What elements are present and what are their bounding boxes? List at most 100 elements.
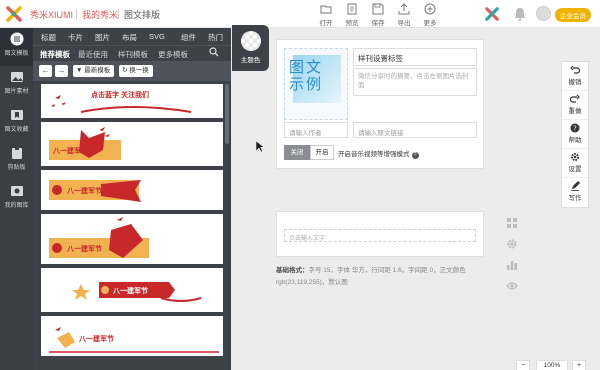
- category-tab[interactable]: 热门: [208, 32, 223, 43]
- more-button[interactable]: 更多: [418, 3, 442, 27]
- text-input-area[interactable]: 点击输入文字: [284, 229, 476, 242]
- refresh-label: 换一换: [129, 67, 149, 74]
- category-tab[interactable]: 布局: [122, 32, 137, 43]
- author-field[interactable]: 请输入作者: [284, 122, 348, 138]
- nav-item-images[interactable]: 图片素材: [0, 66, 33, 104]
- nav-item-gallery[interactable]: 我的图库: [0, 180, 33, 218]
- export-icon: [398, 3, 410, 15]
- page-title: 图文排版: [124, 10, 161, 20]
- help-icon[interactable]: ?: [411, 152, 419, 159]
- nav-item-clipboard[interactable]: 剪贴板: [0, 142, 33, 180]
- template-card[interactable]: 八一建军节: [41, 122, 223, 166]
- bar-chart-icon[interactable]: [506, 259, 518, 271]
- my-xiumi-link[interactable]: 我的秀米: [82, 8, 118, 21]
- write-icon: [571, 181, 580, 191]
- template-toolbar: ← → ▼ 最新模板 ↻ 换一换: [33, 61, 231, 81]
- refresh-button[interactable]: ↻ 换一换: [119, 65, 153, 77]
- nav-label: 图片素材: [4, 89, 29, 95]
- redo-button[interactable]: 重做: [562, 94, 588, 120]
- xiumi-logo-icon[interactable]: [6, 6, 22, 22]
- nav-item-bookmarks[interactable]: 图文收藏: [0, 104, 33, 142]
- divider: [118, 9, 119, 19]
- preview-button[interactable]: 预览: [340, 3, 364, 27]
- template-card[interactable]: 八一建军节: [41, 316, 223, 356]
- template-card[interactable]: 八一建军节: [41, 214, 223, 264]
- template-icon: [10, 32, 23, 46]
- card-text: 八一建军节: [79, 336, 114, 343]
- card-text: 八一建军节: [113, 288, 148, 295]
- settings-button[interactable]: 设置: [562, 152, 588, 178]
- template-card[interactable]: 八一建军节: [41, 268, 223, 312]
- avatar[interactable]: [536, 6, 551, 21]
- undo-button[interactable]: 撤销: [562, 65, 588, 91]
- sub-tab-recommended[interactable]: 推荐模板: [40, 49, 70, 60]
- grid-icon[interactable]: [506, 217, 518, 229]
- category-tab[interactable]: 图片: [95, 32, 110, 43]
- prev-arrow-icon[interactable]: ←: [39, 65, 52, 77]
- search-icon[interactable]: [209, 47, 219, 57]
- image-icon: [10, 72, 23, 82]
- bell-icon[interactable]: [514, 7, 526, 21]
- source-link-field[interactable]: 请输入原文链接: [353, 122, 477, 138]
- right-toolbar: 撤销 重做 ? 帮助 设置 写作: [561, 61, 589, 208]
- filter-icon: ▼: [76, 67, 83, 74]
- preview-label: 预览: [345, 20, 359, 27]
- template-list: 点击蓝字 关注我们 八一建军节 八一建军节 八一建军节 八一建军节 八一建军节: [41, 84, 223, 370]
- mouse-cursor-icon: [256, 141, 264, 153]
- zoom-out-icon[interactable]: −: [516, 360, 530, 370]
- format-label: 基础格式：: [276, 267, 309, 274]
- sub-tab-recent[interactable]: 最近使用: [78, 49, 108, 60]
- help-button[interactable]: ? 帮助: [562, 123, 588, 149]
- template-card[interactable]: 点击蓝字 关注我们: [41, 84, 223, 118]
- category-tab[interactable]: 卡片: [68, 32, 83, 43]
- zoom-control: − 100% +: [514, 360, 592, 370]
- save-icon: [372, 3, 384, 15]
- sub-tab-more[interactable]: 更多模板: [158, 49, 188, 60]
- vip-badge[interactable]: 企业会员: [555, 8, 591, 22]
- summary-field[interactable]: 微信分享时的摘要，点击左侧图片选封面: [353, 68, 477, 96]
- divider: [76, 9, 77, 19]
- card-text: 八一建军节: [67, 188, 102, 195]
- redo-icon: [570, 94, 580, 103]
- category-tab[interactable]: 标题: [41, 32, 56, 43]
- xiumi-logo-icon[interactable]: [485, 7, 499, 21]
- write-label: 写作: [568, 195, 582, 202]
- eye-icon[interactable]: [506, 280, 518, 292]
- brand-name[interactable]: 秀米XIUMI: [30, 8, 73, 21]
- cover-image[interactable]: 图文示例: [284, 48, 348, 120]
- title-field[interactable]: 样刊设置标签: [353, 48, 477, 66]
- export-button[interactable]: 导出: [392, 3, 416, 27]
- panel-scrollbar[interactable]: [225, 84, 229, 144]
- undo-label: 撤销: [568, 79, 582, 86]
- write-button[interactable]: 写作: [562, 181, 588, 207]
- soldier-graphic: [49, 217, 149, 258]
- newest-label: 最新模板: [84, 67, 111, 74]
- toggle-off-button[interactable]: 关闭: [284, 145, 310, 160]
- save-label: 保存: [371, 20, 385, 27]
- next-arrow-icon[interactable]: →: [55, 65, 68, 77]
- flag-graphic: [49, 127, 121, 160]
- category-tabs: 标题 卡片 图片 布局 SVG 组件 热门: [33, 28, 231, 45]
- nav-item-templates[interactable]: 图文模板: [0, 28, 33, 66]
- save-button[interactable]: 保存: [366, 3, 390, 27]
- settings-icon: [571, 153, 579, 161]
- newest-templates-button[interactable]: ▼ 最新模板: [73, 65, 115, 77]
- enhanced-mode-label: 开启音乐视频等增强模式?: [338, 148, 419, 159]
- zoom-in-icon[interactable]: +: [572, 360, 586, 370]
- more-icon: [424, 3, 436, 15]
- cover-text: 图文示例: [289, 58, 324, 93]
- template-card[interactable]: 八一建军节: [41, 170, 223, 210]
- toggle-on-button[interactable]: 开启: [310, 145, 334, 160]
- zoom-level: 100%: [536, 360, 568, 370]
- gear-icon[interactable]: [506, 238, 518, 250]
- nav-label: 图文模板: [4, 51, 29, 57]
- bookmark-icon: [10, 110, 23, 120]
- category-tab[interactable]: SVG: [149, 32, 165, 41]
- theme-color-button[interactable]: 主题色: [232, 25, 269, 71]
- refresh-icon: ↻: [122, 67, 128, 74]
- open-button[interactable]: 打开: [314, 3, 338, 27]
- category-tab[interactable]: 组件: [181, 32, 196, 43]
- card-text: 八一建军节: [67, 246, 102, 253]
- help-label: 帮助: [568, 137, 582, 144]
- sub-tab-sample[interactable]: 样刊模板: [118, 49, 148, 60]
